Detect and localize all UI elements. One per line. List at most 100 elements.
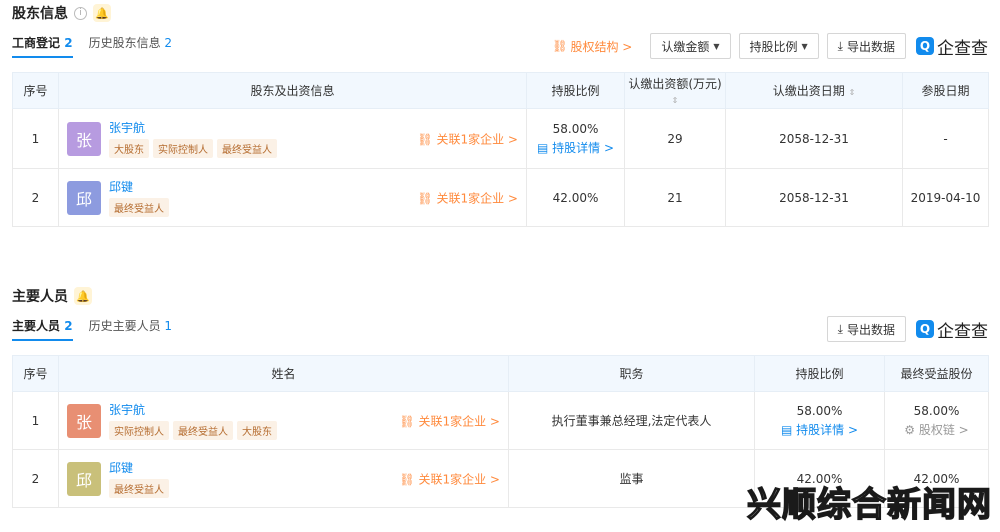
avatar: 张 bbox=[67, 403, 101, 438]
section-title-row: 股东信息 i 🔔 bbox=[12, 2, 111, 24]
person-name-link[interactable]: 张宇航 bbox=[109, 401, 277, 418]
equity-structure-link[interactable]: ⛓ 股权结构 > bbox=[552, 38, 632, 55]
section-title: 股东信息 bbox=[12, 6, 68, 22]
col-header: 最终受益股份 bbox=[884, 355, 989, 392]
tab-key-personnel[interactable]: 主要人员 2 bbox=[12, 315, 73, 341]
tag-ultimate-beneficiary[interactable]: 最终受益人 bbox=[109, 198, 169, 217]
relation-icon: ⛓ bbox=[399, 414, 415, 428]
related-companies-link[interactable]: ⛓ 关联1家企业 > bbox=[417, 130, 518, 147]
tag-actual-controller[interactable]: 实际控制人 bbox=[153, 139, 213, 158]
table-row: 2 邱 邱键 最终受益人 ⛓ 关联1家企业 > 42.00% 21 2058-1… bbox=[12, 168, 989, 227]
caret-down-icon: ▼ bbox=[713, 41, 720, 51]
personnel-toolbar: ⤓ 导出数据 Q 企查查 bbox=[826, 315, 988, 343]
col-header: 持股比例 bbox=[526, 72, 625, 109]
caret-down-icon: ▼ bbox=[801, 41, 808, 51]
export-button[interactable]: ⤓ 导出数据 bbox=[826, 316, 906, 342]
subscribed-date: 2058-12-31 bbox=[725, 168, 903, 227]
position-cell: 执行董事兼总经理,法定代表人 bbox=[508, 391, 755, 450]
relation-icon: ⛓ bbox=[417, 191, 433, 205]
info-icon[interactable]: i bbox=[74, 6, 87, 20]
benefit-cell: 58.00% ⚙ 股权链 > bbox=[884, 391, 989, 450]
sort-icon: ⇕ bbox=[848, 88, 856, 97]
tag-major-shareholder[interactable]: 大股东 bbox=[237, 421, 277, 440]
col-header: 职务 bbox=[508, 355, 755, 392]
tab-registration[interactable]: 工商登记 2 bbox=[12, 32, 73, 58]
filter-amount-dropdown[interactable]: 认缴金额 ▼ bbox=[650, 33, 731, 59]
related-companies-link[interactable]: ⛓ 关联1家企业 > bbox=[417, 189, 518, 206]
logo-q-icon: Q bbox=[916, 37, 934, 55]
qichacha-logo: Q 企查查 bbox=[916, 34, 988, 59]
col-header: 参股日期 bbox=[902, 72, 989, 109]
tag-ultimate-beneficiary[interactable]: 最终受益人 bbox=[109, 479, 169, 498]
equity-chain-link[interactable]: ⚙ 股权链 > bbox=[885, 422, 988, 438]
row-number: 1 bbox=[12, 391, 59, 450]
section-title-row: 主要人员 🔔 bbox=[12, 285, 92, 307]
tab-history-personnel[interactable]: 历史主要人员 1 bbox=[89, 315, 172, 341]
table-header-row: 序号 股东及出资信息 持股比例 认缴出资额(万元) ⇕ 认缴出资日期 ⇕ 参股日… bbox=[12, 72, 989, 109]
tag-actual-controller[interactable]: 实际控制人 bbox=[109, 421, 169, 440]
related-companies-link[interactable]: ⛓ 关联1家企业 > bbox=[399, 412, 500, 429]
col-header-sortable[interactable]: 认缴出资日期 ⇕ bbox=[725, 72, 903, 109]
tag-major-shareholder[interactable]: 大股东 bbox=[109, 139, 149, 158]
holding-detail-link[interactable]: ▤ 持股详情 > bbox=[755, 422, 884, 438]
bell-icon[interactable]: 🔔 bbox=[93, 4, 111, 22]
table-header-row: 序号 姓名 职务 持股比例 最终受益股份 bbox=[12, 355, 989, 392]
bell-icon[interactable]: 🔔 bbox=[74, 287, 92, 305]
row-number: 1 bbox=[12, 108, 59, 169]
shareholder-tabs: 工商登记 2 历史股东信息 2 bbox=[12, 32, 172, 58]
document-icon: ▤ bbox=[536, 141, 549, 155]
relation-icon: ⛓ bbox=[417, 132, 433, 146]
shareholder-toolbar: ⛓ 股权结构 > 认缴金额 ▼ 持股比例 ▼ ⤓ 导出数据 Q 企查查 bbox=[552, 32, 988, 60]
join-date: 2019-04-10 bbox=[902, 168, 989, 227]
relation-icon: ⛓ bbox=[399, 472, 415, 486]
position-cell: 监事 bbox=[508, 449, 755, 508]
avatar: 邱 bbox=[67, 180, 101, 215]
subscribed-amount: 29 bbox=[624, 108, 726, 169]
table-row: 1 张 张宇航 实际控制人 最终受益人 大股东 ⛓ 关联1家企业 > 执行董事兼 bbox=[12, 391, 989, 450]
qichacha-logo: Q 企查查 bbox=[916, 317, 988, 342]
chain-icon: ⚙ bbox=[904, 423, 916, 437]
sort-icon: ⇕ bbox=[671, 96, 679, 105]
download-icon: ⤓ bbox=[837, 38, 843, 53]
personnel-tabs: 主要人员 2 历史主要人员 1 bbox=[12, 315, 172, 341]
shareholder-name-link[interactable]: 邱键 bbox=[109, 178, 169, 195]
join-date: - bbox=[902, 108, 989, 169]
subscribed-amount: 21 bbox=[624, 168, 726, 227]
avatar: 张 bbox=[67, 121, 101, 156]
tag-ultimate-beneficiary[interactable]: 最终受益人 bbox=[173, 421, 233, 440]
shareholder-name-link[interactable]: 张宇航 bbox=[109, 119, 277, 136]
avatar: 邱 bbox=[67, 461, 101, 496]
ratio-cell: 58.00% ▤ 持股详情 > bbox=[526, 108, 625, 169]
download-icon: ⤓ bbox=[837, 321, 843, 336]
logo-q-icon: Q bbox=[916, 320, 934, 338]
col-header: 姓名 bbox=[58, 355, 509, 392]
row-number: 2 bbox=[12, 168, 59, 227]
ratio-cell: 58.00% ▤ 持股详情 > bbox=[754, 391, 885, 450]
subscribed-date: 2058-12-31 bbox=[725, 108, 903, 169]
holding-detail-link[interactable]: ▤ 持股详情 > bbox=[527, 140, 624, 156]
filter-ratio-dropdown[interactable]: 持股比例 ▼ bbox=[738, 33, 819, 59]
col-header: 序号 bbox=[12, 72, 59, 109]
watermark-text: 兴顺综合新闻网 bbox=[746, 484, 992, 526]
document-icon: ▤ bbox=[780, 423, 793, 437]
shareholder-table: 序号 股东及出资信息 持股比例 认缴出资额(万元) ⇕ 认缴出资日期 ⇕ 参股日… bbox=[12, 72, 989, 227]
shareholder-cell: 邱 邱键 最终受益人 ⛓ 关联1家企业 > bbox=[58, 168, 527, 227]
related-companies-link[interactable]: ⛓ 关联1家企业 > bbox=[399, 470, 500, 487]
col-header: 持股比例 bbox=[754, 355, 885, 392]
col-header: 股东及出资信息 bbox=[58, 72, 527, 109]
table-row: 1 张 张宇航 大股东 实际控制人 最终受益人 ⛓ 关联1家企业 > 58.00… bbox=[12, 108, 989, 169]
section-title: 主要人员 bbox=[12, 289, 68, 305]
tag-ultimate-beneficiary[interactable]: 最终受益人 bbox=[217, 139, 277, 158]
ratio-cell: 42.00% bbox=[526, 168, 625, 227]
equity-structure-icon: ⛓ bbox=[552, 39, 568, 53]
col-header: 序号 bbox=[12, 355, 59, 392]
col-header-sortable[interactable]: 认缴出资额(万元) ⇕ bbox=[624, 72, 726, 109]
person-cell: 张 张宇航 实际控制人 最终受益人 大股东 ⛓ 关联1家企业 > bbox=[58, 391, 509, 450]
person-name-link[interactable]: 邱键 bbox=[109, 459, 169, 476]
row-number: 2 bbox=[12, 449, 59, 508]
person-cell: 邱 邱键 最终受益人 ⛓ 关联1家企业 > bbox=[58, 449, 509, 508]
shareholder-section: 股东信息 i 🔔 工商登记 2 历史股东信息 2 ⛓ 股权结构 > 认缴金额 ▼… bbox=[12, 2, 989, 232]
export-button[interactable]: ⤓ 导出数据 bbox=[826, 33, 906, 59]
tab-history-shareholders[interactable]: 历史股东信息 2 bbox=[89, 32, 172, 58]
shareholder-cell: 张 张宇航 大股东 实际控制人 最终受益人 ⛓ 关联1家企业 > bbox=[58, 108, 527, 169]
